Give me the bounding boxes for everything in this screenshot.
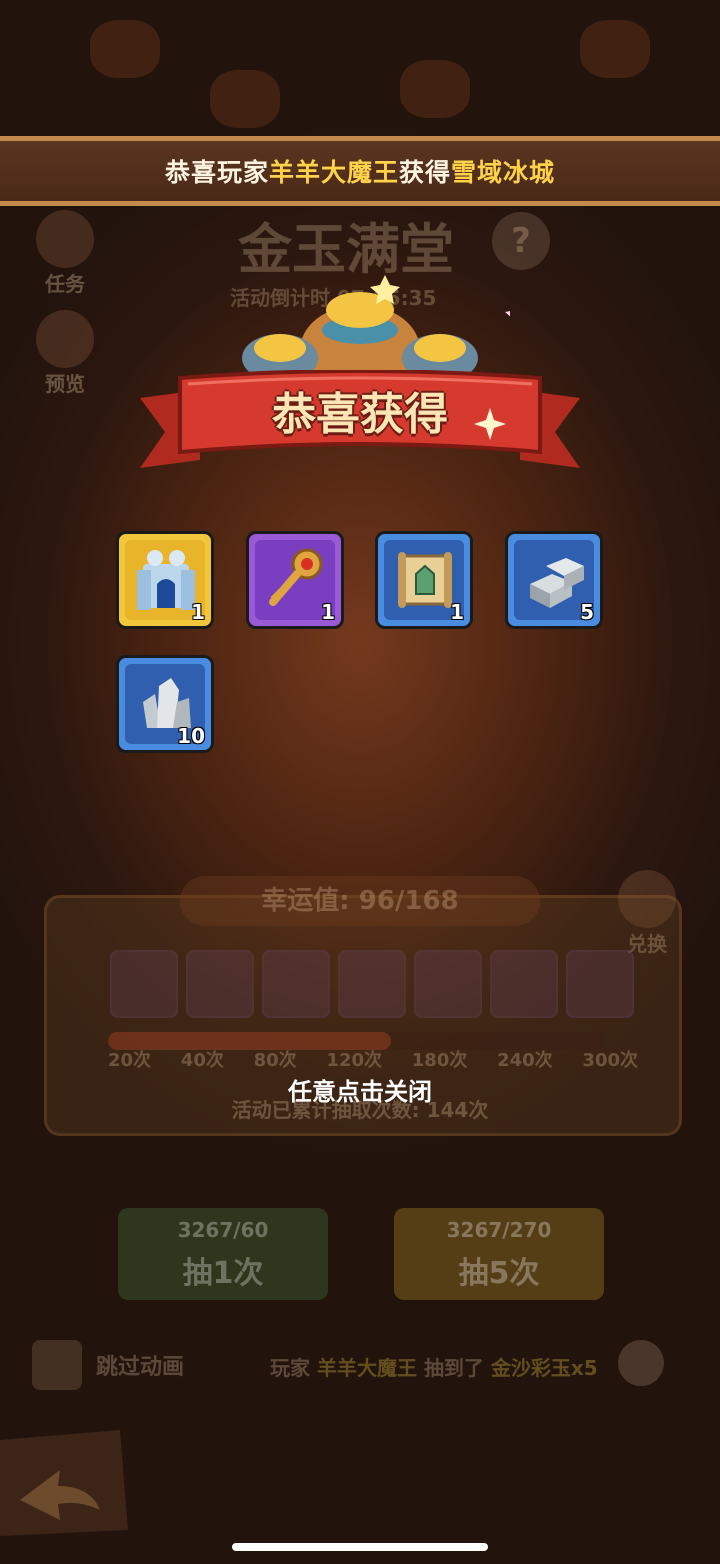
item-count: 1	[321, 600, 335, 624]
tap-to-close-hint[interactable]: 任意点击关闭	[0, 1072, 720, 1107]
preview-icon	[36, 310, 94, 368]
help-icon[interactable]: ?	[492, 212, 550, 270]
reward-item-scroll-map[interactable]: 1	[375, 531, 473, 629]
reward-item-ice-castle[interactable]: 1	[116, 531, 214, 629]
key-icon	[269, 548, 323, 606]
milestone-label: 120次	[326, 1050, 383, 1071]
milestone-label: 300次	[582, 1050, 638, 1071]
reward-item-stone-ore[interactable]: 10	[116, 655, 214, 753]
lantern-decoration	[400, 60, 470, 118]
milestone-label: 240次	[497, 1050, 553, 1071]
item-count: 5	[580, 600, 594, 624]
ticker-item: 雪域冰城	[451, 158, 556, 187]
milestone-reward-slot[interactable]	[262, 950, 330, 1018]
milestone-reward-slot[interactable]	[338, 950, 406, 1018]
stone-block-icon	[530, 558, 584, 608]
lantern-decoration	[90, 20, 160, 78]
draw-news: 玩家 羊羊大魔王 抽到了 金沙彩玉x5	[270, 1352, 598, 1381]
home-indicator[interactable]	[232, 1543, 488, 1551]
milestone-reward-slot[interactable]	[566, 950, 634, 1018]
milestone-label: 20次	[108, 1050, 152, 1071]
task-icon	[36, 210, 94, 268]
item-count: 1	[191, 600, 205, 624]
draw-five-label: 抽5次	[458, 1256, 540, 1291]
milestone-reward-slot[interactable]	[110, 950, 178, 1018]
draw-five-button[interactable]: 3267/270 抽5次	[394, 1208, 604, 1300]
draw-once-button[interactable]: 3267/60 抽1次	[118, 1208, 328, 1300]
milestone-reward-slot[interactable]	[186, 950, 254, 1018]
ticker-prefix: 恭喜玩家	[164, 158, 269, 187]
milestone-labels: 20次 40次 80次 120次 180次 240次 300次	[108, 1046, 638, 1072]
reward-item-stone-block[interactable]: 5	[505, 531, 603, 629]
announcement-ticker: 恭喜玩家 羊羊大魔王 获得 雪域冰城	[0, 136, 720, 206]
skip-animation-toggle[interactable]: 跳过动画	[32, 1340, 184, 1390]
lantern-decoration	[580, 20, 650, 78]
task-label: 任务	[45, 272, 85, 296]
draw-once-cost: 3267/60	[177, 1218, 269, 1242]
draw-once-label: 抽1次	[182, 1256, 264, 1291]
news-middle: 抽到了	[423, 1356, 484, 1380]
milestone-reward-slot[interactable]	[490, 950, 558, 1018]
ticker-middle: 获得	[399, 158, 452, 187]
ice-castle-icon	[137, 550, 195, 610]
lucky-value: 幸运值: 96/168	[180, 876, 540, 926]
back-arrow-icon[interactable]	[0, 1430, 130, 1540]
scroll-map-icon	[398, 552, 452, 608]
task-button[interactable]: 任务	[30, 210, 100, 297]
skip-checkbox[interactable]	[32, 1340, 82, 1390]
draw-five-cost: 3267/270	[446, 1218, 552, 1242]
skip-label: 跳过动画	[96, 1355, 185, 1380]
milestone-label: 180次	[411, 1050, 468, 1071]
preview-button[interactable]: 预览	[30, 310, 100, 397]
news-player: 羊羊大魔王	[316, 1356, 417, 1380]
milestone-reward-slot[interactable]	[414, 950, 482, 1018]
popup-title: 恭喜获得	[272, 389, 448, 440]
item-count: 10	[177, 724, 205, 748]
reward-item-key[interactable]: 1	[246, 531, 344, 629]
ticker-player: 羊羊大魔王	[268, 158, 399, 187]
news-item: 金沙彩玉x5	[490, 1356, 598, 1380]
milestone-label: 40次	[180, 1050, 224, 1071]
news-prefix: 玩家	[270, 1356, 310, 1380]
milestone-label: 80次	[253, 1050, 297, 1071]
question-icon[interactable]	[618, 1340, 664, 1386]
lantern-decoration	[210, 70, 280, 128]
preview-label: 预览	[45, 372, 85, 396]
item-count: 1	[450, 600, 464, 624]
